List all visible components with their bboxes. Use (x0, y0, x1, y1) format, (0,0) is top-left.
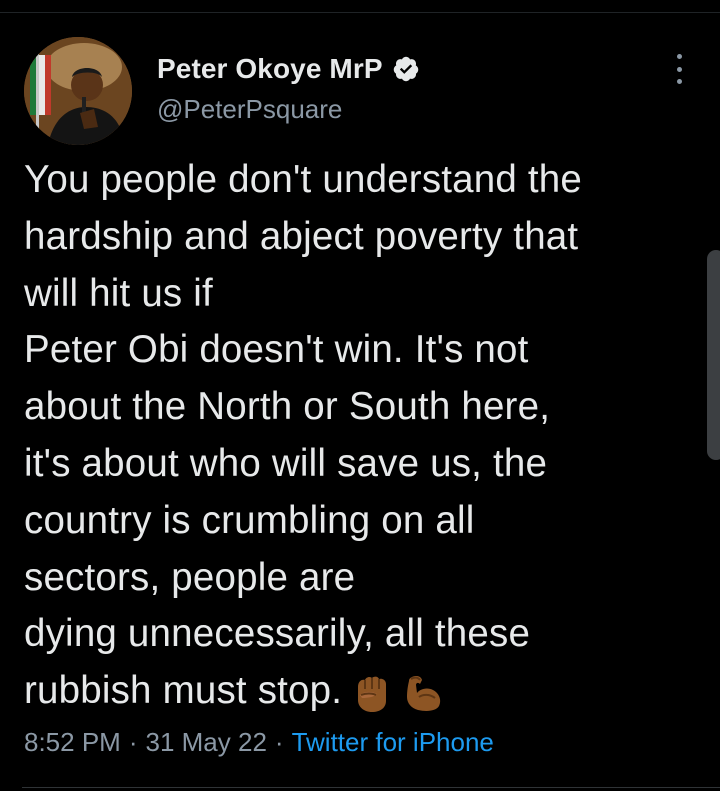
avatar[interactable] (24, 37, 132, 145)
tweet-header: Peter Okoye MrP @PeterPsquare (157, 50, 420, 125)
more-dot (676, 79, 682, 84)
raised-fist-emoji (350, 671, 394, 715)
display-name[interactable]: Peter Okoye MrP (157, 53, 383, 85)
tweet-date[interactable]: 31 May 22 (146, 727, 267, 758)
more-dot (676, 54, 682, 59)
verified-badge-icon (392, 55, 420, 83)
bottom-divider (22, 787, 720, 788)
flexed-biceps-emoji (402, 671, 446, 715)
more-dot (676, 66, 682, 72)
meta-separator: · (128, 727, 138, 757)
top-divider (0, 12, 720, 13)
avatar-photo (24, 37, 132, 145)
meta-separator: · (274, 727, 284, 757)
tweet-source-link[interactable]: Twitter for iPhone (292, 727, 494, 758)
emoji-row (350, 671, 446, 715)
more-vertical-icon[interactable] (668, 54, 690, 84)
tweet-meta: 8:52 PM · 31 May 22 · Twitter for iPhone (24, 727, 494, 758)
tweet-time[interactable]: 8:52 PM (24, 727, 121, 758)
scrollbar-thumb[interactable] (707, 250, 720, 460)
handle[interactable]: @PeterPsquare (157, 94, 420, 125)
name-row: Peter Okoye MrP (157, 50, 420, 88)
tweet-body: You people don't understand the hardship… (24, 152, 684, 720)
tweet-text: You people don't understand the hardship… (24, 158, 583, 713)
